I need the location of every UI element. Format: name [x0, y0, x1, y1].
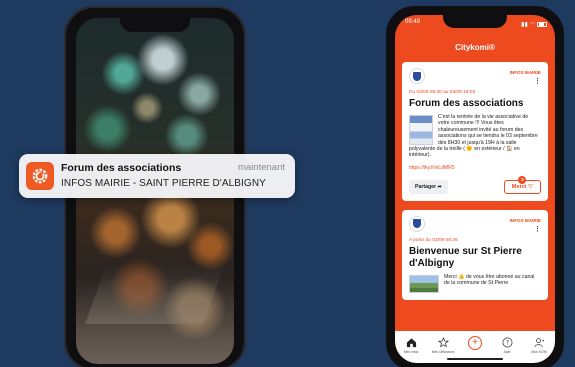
heart-icon: ♡ — [527, 183, 533, 190]
card-thumbnail[interactable] — [409, 274, 439, 293]
app-screen: 09:49 ▮▮ ◠ Citykomi® INFOS MAIRIE ⋮ Du 0… — [395, 15, 555, 363]
star-icon — [437, 336, 449, 348]
card-date: Du 03/09 08:30 au 03/09 19:00 — [409, 90, 476, 95]
push-notification[interactable]: Forum des associations maintenant INFOS … — [19, 154, 295, 198]
help-icon: ? — [501, 336, 513, 348]
more-options-icon[interactable]: ⋮ — [534, 226, 541, 233]
card-title: Forum des associations — [409, 98, 524, 109]
tab-label: Mes infos — [403, 350, 419, 354]
thanks-label: Merci — [511, 183, 527, 190]
notification-time: maintenant — [237, 162, 285, 173]
tab-new-message[interactable]: + — [461, 336, 489, 350]
battery-icon — [537, 21, 547, 27]
home-indicator[interactable] — [447, 358, 503, 360]
channel-logo — [409, 68, 425, 84]
notification-title: Forum des associations — [61, 162, 182, 174]
status-icons: ▮▮ ◠ — [521, 19, 547, 29]
tab-mes-diffuseurs[interactable]: Mes Diffuseurs — [429, 336, 457, 354]
app-phone: 09:49 ▮▮ ◠ Citykomi® INFOS MAIRIE ⋮ Du 0… — [386, 6, 564, 367]
phone-notch — [443, 15, 507, 28]
card-body-wrap: Merci 👍 de vous être abonné au canal de … — [409, 274, 541, 293]
notification-body: INFOS MAIRIE - SAINT PIERRE D'ALBIGNY — [61, 178, 266, 189]
message-card[interactable]: INFOS MAIRIE ⋮ Du 03/09 08:30 au 03/09 1… — [402, 62, 548, 201]
plus-icon: + — [468, 336, 482, 350]
card-actions: Partager ➦ 3 Merci ♡ — [409, 175, 541, 194]
user-icon — [533, 336, 545, 348]
tab-mes-infos[interactable]: Mes infos — [397, 336, 425, 354]
tab-bar: Mes infos Mes Diffuseurs + ? Aide Mon KO… — [395, 331, 555, 363]
card-title: Bienvenue sur St Pierre d'Albigny — [409, 245, 522, 269]
wallpaper-blur — [85, 264, 225, 324]
card-body: Merci 👍 de vous être abonné au canal de … — [444, 273, 535, 287]
channel-logo — [409, 215, 425, 232]
thanks-count-badge: 3 — [518, 175, 527, 184]
gear-icon — [32, 168, 48, 184]
tab-label: Aide — [503, 350, 511, 354]
phone-notch — [120, 18, 190, 32]
shield-icon — [413, 219, 421, 229]
status-time: 09:49 — [405, 19, 421, 25]
share-label: Partager — [415, 183, 437, 190]
shield-icon — [413, 71, 421, 81]
card-thumbnail[interactable] — [409, 115, 433, 145]
card-source: INFOS MAIRIE — [509, 70, 541, 75]
share-button[interactable]: Partager ➦ — [409, 179, 448, 194]
tab-mon-kom[interactable]: Mon KOM — [525, 336, 553, 354]
tab-label: Mes Diffuseurs — [431, 350, 455, 354]
tab-aide[interactable]: ? Aide — [493, 336, 521, 354]
message-card[interactable]: INFOS MAIRIE ⋮ A partir du 03/09 09:26 B… — [402, 209, 548, 300]
more-options-icon[interactable]: ⋮ — [534, 78, 541, 85]
citykomi-app-icon — [26, 162, 54, 190]
card-link[interactable]: https://iky.fr/eLdMR5 — [409, 165, 541, 171]
card-body-wrap: C'est la rentrée de la vie associative d… — [409, 114, 541, 159]
app-title: Citykomi® — [455, 43, 495, 52]
share-arrow-icon: ➦ — [437, 183, 442, 190]
home-icon — [405, 336, 417, 348]
wifi-icon: ◠ — [529, 21, 535, 28]
signal-icon: ▮▮ — [521, 21, 528, 28]
card-date: A partir du 03/09 09:26 — [409, 237, 458, 243]
tab-label: Mon KOM — [531, 350, 547, 354]
message-feed[interactable]: INFOS MAIRIE ⋮ Du 03/09 08:30 au 03/09 1… — [402, 62, 548, 331]
card-source: INFOS MAIRIE — [509, 217, 541, 223]
thanks-button[interactable]: 3 Merci ♡ — [503, 175, 541, 194]
svg-text:?: ? — [505, 339, 508, 346]
